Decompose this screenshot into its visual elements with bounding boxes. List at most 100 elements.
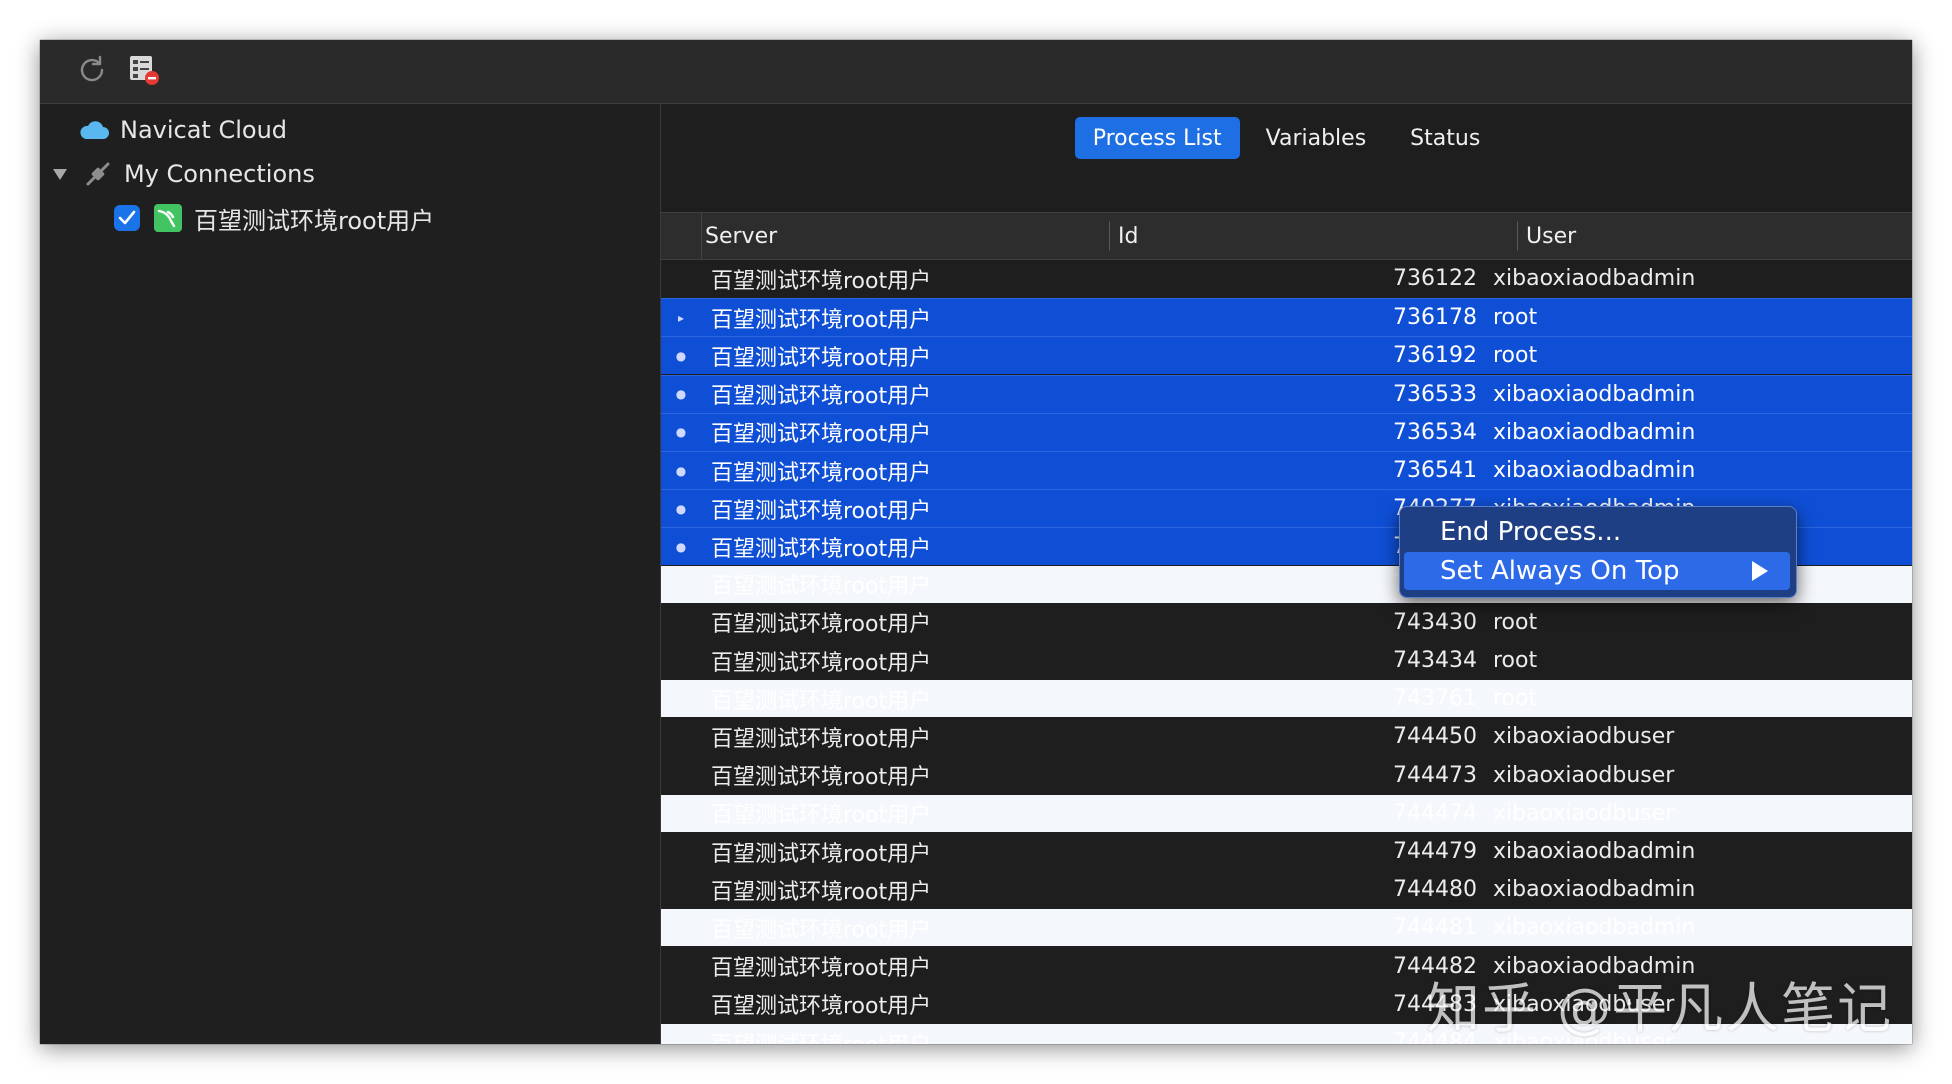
cell-id: 743761 <box>1393 686 1477 712</box>
table-row[interactable]: 百望测试环境root用户 744450 xibaoxiaodbuser <box>661 718 1912 755</box>
cell-server: 百望测试环境root用户 <box>711 1024 931 1045</box>
row-marker-icon <box>661 718 701 755</box>
cell-server: 百望测试环境root用户 <box>711 650 932 676</box>
column-header-user[interactable]: User <box>1517 221 1576 251</box>
row-marker-icon: ● <box>675 463 687 478</box>
cell-server: 百望测试环境root用户 <box>711 956 932 982</box>
cell-id: 744479 <box>1393 839 1477 864</box>
cell-user: xibaoxiaodbadmin <box>1493 266 1696 291</box>
table-row[interactable]: 百望测试环境root用户 744481 xibaoxiaodbadmin <box>661 909 1912 947</box>
cell-server: 百望测试环境root用户 <box>711 536 932 562</box>
row-marker-icon <box>661 604 701 641</box>
cell-server: 百望测试环境root用户 <box>711 460 932 486</box>
cell-id: 744481 <box>1393 915 1477 941</box>
cell-server: 百望测试环境root用户 <box>711 879 932 905</box>
row-marker-icon: ▸ <box>677 310 685 325</box>
cell-user: xibaoxiaodbadmin <box>1493 915 1696 941</box>
row-marker-icon: ● <box>675 425 687 440</box>
row-marker-icon <box>661 909 701 946</box>
cell-id: 744473 <box>1393 762 1477 788</box>
cell-id: 736122 <box>1393 266 1477 291</box>
row-marker-icon: ● <box>675 501 687 516</box>
cell-user: xibaoxiaodbadmin <box>1493 877 1696 903</box>
cell-user: xibaoxiaodbadmin <box>1493 458 1696 483</box>
cell-user: root <box>1493 609 1538 635</box>
disclosure-down-icon[interactable] <box>46 160 74 188</box>
tab-variables[interactable]: Variables <box>1248 117 1385 159</box>
cell-server: 百望测试环境root用户 <box>711 726 932 752</box>
table-row[interactable]: ● 百望测试环境root用户 736534 xibaoxiaodbadmin <box>661 412 1912 451</box>
checkbox-icon[interactable] <box>114 205 140 231</box>
table-row[interactable]: ● 百望测试环境root用户 736192 root <box>661 336 1912 375</box>
refresh-icon[interactable] <box>74 52 110 88</box>
tree-item-my-connections[interactable]: My Connections <box>46 154 315 194</box>
cell-user: root <box>1493 305 1538 331</box>
tree-item-label: My Connections <box>124 160 315 188</box>
table-row[interactable]: 百望测试环境root用户 743761 root <box>661 680 1912 718</box>
tree-item-connection[interactable]: 百望测试环境root用户 <box>114 198 434 238</box>
app-window: Navicat Cloud My Connections 百望测试环境root用… <box>40 40 1912 1044</box>
tab-process-list[interactable]: Process List <box>1074 117 1240 159</box>
table-row[interactable]: 百望测试环境root用户 744480 xibaoxiaodbadmin <box>661 871 1912 908</box>
cell-user: xibaoxiaodbadmin <box>1493 419 1696 445</box>
cell-user: xibaoxiaodbuser <box>1493 724 1675 750</box>
cell-server: 百望测试环境root用户 <box>711 994 932 1020</box>
connection-sidebar: Navicat Cloud My Connections 百望测试环境root用… <box>40 104 661 1044</box>
row-marker-icon: ● <box>675 387 687 402</box>
table-row[interactable]: 百望测试环境root用户 744474 xibaoxiaodbuser <box>661 794 1912 832</box>
table-row[interactable]: 百望测试环境root用户 743430 root <box>661 604 1912 641</box>
mysql-connection-icon <box>152 202 184 234</box>
row-marker-icon <box>661 260 701 297</box>
cell-id: 736533 <box>1393 381 1477 407</box>
column-header-server[interactable]: Server <box>705 213 777 259</box>
cell-id: 744474 <box>1393 800 1477 826</box>
cell-id: 736192 <box>1393 343 1477 369</box>
cell-id: 736541 <box>1393 458 1477 483</box>
tree-item-navicat-cloud[interactable]: Navicat Cloud <box>78 110 287 150</box>
connections-icon <box>82 158 114 190</box>
row-marker-icon <box>661 757 701 794</box>
table-row[interactable]: ▸ 百望测试环境root用户 736178 root <box>661 298 1912 337</box>
row-marker-icon <box>661 948 701 985</box>
cell-id: 736178 <box>1393 305 1477 331</box>
row-marker-icon: ● <box>675 539 687 554</box>
row-marker-icon <box>661 566 701 603</box>
cell-id: 744480 <box>1393 877 1477 903</box>
cell-server: 百望测试环境root用户 <box>711 688 932 714</box>
cell-user: root <box>1493 343 1538 369</box>
cell-user: xibaoxiaodbadmin <box>1493 839 1696 864</box>
tree-item-label: Navicat Cloud <box>120 116 288 144</box>
table-row[interactable]: ● 百望测试环境root用户 736541 xibaoxiaodbadmin <box>661 451 1912 489</box>
cell-server: 百望测试环境root用户 <box>711 384 932 410</box>
tab-bar: Process List Variables Status <box>661 104 1912 172</box>
table-row[interactable]: 百望测试环境root用户 744479 xibaoxiaodbadmin <box>661 833 1912 870</box>
row-marker-icon <box>661 795 701 832</box>
table-row[interactable]: 百望测试环境root用户 743434 root <box>661 642 1912 679</box>
menu-item-set-always-on-top[interactable]: Set Always On Top <box>1404 552 1790 590</box>
tab-status[interactable]: Status <box>1392 117 1498 159</box>
column-header-id[interactable]: Id <box>1109 221 1138 251</box>
table-row[interactable]: ● 百望测试环境root用户 736533 xibaoxiaodbadmin <box>661 374 1912 413</box>
watermark: 知乎 @平凡人笔记 <box>1426 977 1894 1040</box>
menu-item-end-process[interactable]: End Process... <box>1404 513 1790 551</box>
cell-server: 百望测试环境root用户 <box>711 917 932 943</box>
cell-user: xibaoxiaodbadmin <box>1493 381 1696 407</box>
cell-server: 百望测试环境root用户 <box>711 803 932 829</box>
toolbar <box>40 40 1912 104</box>
row-marker-icon <box>661 833 701 870</box>
row-marker-icon <box>661 871 701 908</box>
cell-server: 百望测试环境root用户 <box>711 498 932 524</box>
table-row[interactable]: 百望测试环境root用户 744473 xibaoxiaodbuser <box>661 757 1912 794</box>
cell-server: 百望测试环境root用户 <box>711 345 932 371</box>
cell-server: 百望测试环境root用户 <box>711 422 932 448</box>
table-row[interactable]: 百望测试环境root用户 736122 xibaoxiaodbadmin <box>661 260 1912 297</box>
cell-server: 百望测试环境root用户 <box>711 612 932 638</box>
process-list-icon[interactable] <box>126 52 162 88</box>
cell-id: 743434 <box>1393 648 1477 673</box>
tree-item-label: 百望测试环境root用户 <box>194 206 435 235</box>
cell-server: 百望测试环境root用户 <box>711 268 932 294</box>
row-marker-icon <box>661 986 701 1023</box>
cloud-icon <box>78 114 110 146</box>
row-marker-icon <box>661 680 701 717</box>
row-marker-icon: ● <box>675 348 687 363</box>
